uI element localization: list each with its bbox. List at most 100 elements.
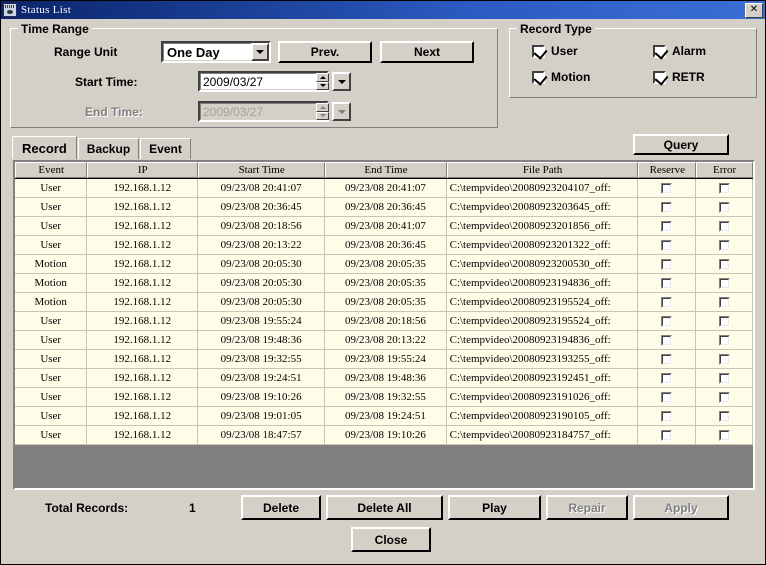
reserve-checkbox[interactable] bbox=[661, 277, 673, 289]
tab-event[interactable]: Event bbox=[140, 138, 191, 159]
reserve-checkbox[interactable] bbox=[661, 182, 673, 194]
reserve-checkbox[interactable] bbox=[661, 429, 673, 441]
cell-reserve-checkbox[interactable] bbox=[638, 426, 697, 445]
column-header-event[interactable]: Event bbox=[15, 162, 88, 178]
error-checkbox[interactable] bbox=[718, 258, 730, 270]
cell-reserve-checkbox[interactable] bbox=[638, 293, 697, 312]
record-list[interactable]: Event IP Start Time End Time File Path Reserv… bbox=[13, 160, 755, 490]
tab-backup[interactable]: Backup bbox=[77, 138, 140, 159]
reserve-checkbox[interactable] bbox=[661, 391, 673, 403]
cell-reserve-checkbox[interactable] bbox=[638, 179, 697, 198]
error-checkbox[interactable] bbox=[718, 201, 730, 213]
table-row[interactable]: User 192.168.1.12 09/23/08 19:24:51 09/23/0… bbox=[15, 369, 753, 388]
reserve-checkbox[interactable] bbox=[661, 239, 673, 251]
cell-error-checkbox[interactable] bbox=[696, 369, 753, 388]
cell-reserve-checkbox[interactable] bbox=[638, 407, 697, 426]
record-type-motion[interactable]: Motion bbox=[532, 70, 590, 86]
query-button[interactable]: Query bbox=[633, 134, 729, 155]
reserve-checkbox[interactable] bbox=[661, 353, 673, 365]
error-checkbox[interactable] bbox=[718, 220, 730, 232]
cell-error-checkbox[interactable] bbox=[696, 274, 753, 293]
cell-reserve-checkbox[interactable] bbox=[638, 369, 697, 388]
cell-error-checkbox[interactable] bbox=[696, 407, 753, 426]
record-type-retr[interactable]: RETR bbox=[653, 70, 705, 86]
close-button[interactable]: Close bbox=[351, 527, 431, 552]
table-row[interactable]: Motion 192.168.1.12 09/23/08 20:05:30 09/23… bbox=[15, 274, 753, 293]
error-checkbox[interactable] bbox=[718, 372, 730, 384]
reserve-checkbox[interactable] bbox=[661, 410, 673, 422]
cell-error-checkbox[interactable] bbox=[696, 312, 753, 331]
cell-reserve-checkbox[interactable] bbox=[638, 255, 697, 274]
column-header-ip[interactable]: IP bbox=[87, 162, 199, 178]
delete-all-button[interactable]: Delete All bbox=[326, 495, 443, 520]
checkbox-alarm[interactable] bbox=[653, 44, 669, 60]
cell-reserve-checkbox[interactable] bbox=[638, 198, 697, 217]
table-row[interactable]: User 192.168.1.12 09/23/08 19:32:55 09/23/0… bbox=[15, 350, 753, 369]
record-type-alarm[interactable]: Alarm bbox=[653, 44, 706, 60]
table-row[interactable]: User 192.168.1.12 09/23/08 20:13:22 09/23/0… bbox=[15, 236, 753, 255]
play-button[interactable]: Play bbox=[448, 495, 541, 520]
cell-error-checkbox[interactable] bbox=[696, 217, 753, 236]
cell-reserve-checkbox[interactable] bbox=[638, 331, 697, 350]
reserve-checkbox[interactable] bbox=[661, 296, 673, 308]
start-time-spinner[interactable] bbox=[316, 73, 329, 90]
cell-error-checkbox[interactable] bbox=[696, 236, 753, 255]
reserve-checkbox[interactable] bbox=[661, 334, 673, 346]
cell-error-checkbox[interactable] bbox=[696, 198, 753, 217]
range-unit-dropdown-arrow[interactable] bbox=[251, 43, 269, 61]
table-row[interactable]: User 192.168.1.12 09/23/08 19:01:05 09/23/0… bbox=[15, 407, 753, 426]
error-checkbox[interactable] bbox=[718, 296, 730, 308]
checkbox-retr[interactable] bbox=[653, 70, 669, 86]
error-checkbox[interactable] bbox=[718, 315, 730, 327]
close-icon[interactable]: ✕ bbox=[745, 2, 763, 18]
column-header-error[interactable]: Error bbox=[696, 162, 753, 178]
table-row[interactable]: User 192.168.1.12 09/23/08 20:41:07 09/23/0… bbox=[15, 179, 753, 198]
error-checkbox[interactable] bbox=[718, 410, 730, 422]
reserve-checkbox[interactable] bbox=[661, 201, 673, 213]
column-header-file-path[interactable]: File Path bbox=[446, 162, 639, 178]
cell-reserve-checkbox[interactable] bbox=[638, 312, 697, 331]
cell-error-checkbox[interactable] bbox=[696, 388, 753, 407]
table-row[interactable]: User 192.168.1.12 09/23/08 19:48:36 09/23/0… bbox=[15, 331, 753, 350]
start-time-dropdown-arrow[interactable] bbox=[332, 72, 351, 91]
cell-reserve-checkbox[interactable] bbox=[638, 274, 697, 293]
reserve-checkbox[interactable] bbox=[661, 372, 673, 384]
record-type-user[interactable]: User bbox=[532, 44, 578, 60]
error-checkbox[interactable] bbox=[718, 429, 730, 441]
checkbox-user[interactable] bbox=[532, 44, 548, 60]
reserve-checkbox[interactable] bbox=[661, 220, 673, 232]
cell-error-checkbox[interactable] bbox=[696, 255, 753, 274]
reserve-checkbox[interactable] bbox=[661, 315, 673, 327]
column-header-reserve[interactable]: Reserve bbox=[638, 162, 697, 178]
error-checkbox[interactable] bbox=[718, 182, 730, 194]
table-row[interactable]: User 192.168.1.12 09/23/08 20:18:56 09/23/0… bbox=[15, 217, 753, 236]
cell-error-checkbox[interactable] bbox=[696, 426, 753, 445]
column-header-start-time[interactable]: Start Time bbox=[198, 162, 326, 178]
error-checkbox[interactable] bbox=[718, 391, 730, 403]
next-button[interactable]: Next bbox=[380, 41, 474, 63]
cell-error-checkbox[interactable] bbox=[696, 331, 753, 350]
table-row[interactable]: Motion 192.168.1.12 09/23/08 20:05:30 09/23… bbox=[15, 293, 753, 312]
error-checkbox[interactable] bbox=[718, 334, 730, 346]
error-checkbox[interactable] bbox=[718, 277, 730, 289]
cell-error-checkbox[interactable] bbox=[696, 350, 753, 369]
table-row[interactable]: User 192.168.1.12 09/23/08 20:36:45 09/23/0… bbox=[15, 198, 753, 217]
column-header-end-time[interactable]: End Time bbox=[325, 162, 447, 178]
table-row[interactable]: User 192.168.1.12 09/23/08 19:10:26 09/23/0… bbox=[15, 388, 753, 407]
checkbox-motion[interactable] bbox=[532, 70, 548, 86]
error-checkbox[interactable] bbox=[718, 239, 730, 251]
table-row[interactable]: User 192.168.1.12 09/23/08 18:47:57 09/23/0… bbox=[15, 426, 753, 445]
reserve-checkbox[interactable] bbox=[661, 258, 673, 270]
cell-reserve-checkbox[interactable] bbox=[638, 388, 697, 407]
error-checkbox[interactable] bbox=[718, 353, 730, 365]
cell-reserve-checkbox[interactable] bbox=[638, 350, 697, 369]
prev-button[interactable]: Prev. bbox=[278, 41, 372, 63]
tab-record[interactable]: Record bbox=[12, 136, 77, 159]
table-row[interactable]: User 192.168.1.12 09/23/08 19:55:24 09/23/0… bbox=[15, 312, 753, 331]
table-row[interactable]: Motion 192.168.1.12 09/23/08 20:05:30 09/23… bbox=[15, 255, 753, 274]
start-time-field[interactable]: 2009/03/27 bbox=[198, 71, 329, 92]
cell-reserve-checkbox[interactable] bbox=[638, 236, 697, 255]
cell-reserve-checkbox[interactable] bbox=[638, 217, 697, 236]
cell-error-checkbox[interactable] bbox=[696, 293, 753, 312]
delete-button[interactable]: Delete bbox=[241, 495, 321, 520]
